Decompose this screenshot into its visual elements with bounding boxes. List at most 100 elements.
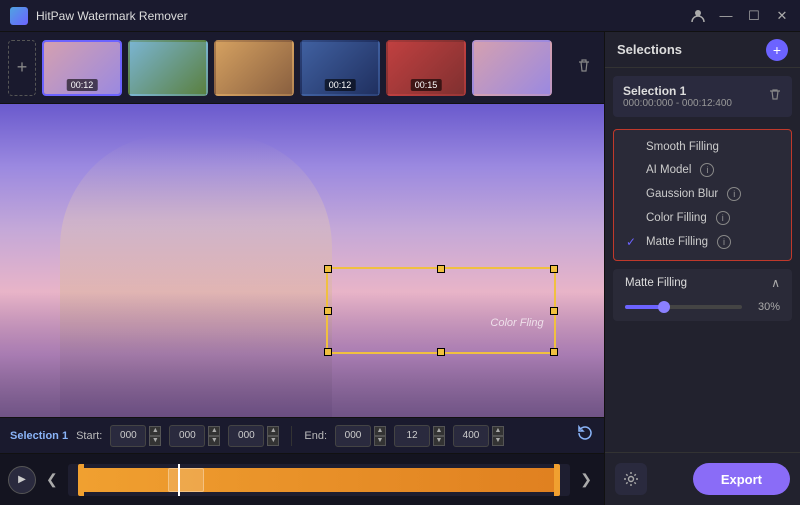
selection-label: Selection 1 — [10, 430, 68, 442]
delete-media-button[interactable] — [572, 54, 596, 81]
controls-bar: Selection 1 Start: 000 ▲ ▼ 000 ▲ ▼ 000 — [0, 417, 604, 453]
matte-filling-section: Matte Filling ∧ 30% — [613, 269, 792, 321]
selection-delete-button[interactable] — [768, 88, 782, 105]
smooth-filling-label: Smooth Filling — [646, 141, 719, 153]
matte-section-label: Matte Filling — [625, 277, 687, 289]
start-label: Start: — [76, 430, 102, 442]
ai-model-option[interactable]: AI Model i — [614, 158, 791, 182]
play-button[interactable]: ▶ — [8, 466, 36, 494]
title-bar-controls: — ☐ ✕ — [690, 8, 790, 24]
start-minutes-spin: ▲ ▼ — [208, 426, 220, 446]
maximize-button[interactable]: ☐ — [746, 8, 762, 24]
start-seconds-up[interactable]: ▲ — [267, 426, 279, 436]
timeline-next[interactable]: ❯ — [576, 467, 596, 492]
handle-bottom-right[interactable] — [550, 348, 558, 356]
start-minutes-input[interactable]: 000 — [169, 425, 205, 447]
settings-button[interactable] — [615, 463, 647, 495]
reset-button[interactable] — [576, 424, 594, 447]
ai-model-label: AI Model — [646, 164, 691, 176]
title-bar-left: HitPaw Watermark Remover — [10, 7, 188, 25]
matte-slider-thumb[interactable] — [658, 301, 670, 313]
end-minutes-down[interactable]: ▼ — [433, 436, 445, 446]
title-bar: HitPaw Watermark Remover — ☐ ✕ — [0, 0, 800, 32]
thumbnail-1[interactable]: 00:12 — [42, 40, 122, 96]
ai-model-info-icon[interactable]: i — [700, 163, 714, 177]
timeline-handle-right[interactable] — [554, 464, 560, 496]
start-hours-down[interactable]: ▼ — [149, 436, 161, 446]
end-seconds-up[interactable]: ▲ — [492, 426, 504, 436]
start-minutes-up[interactable]: ▲ — [208, 426, 220, 436]
matte-header[interactable]: Matte Filling ∧ — [613, 269, 792, 297]
handle-bottom-left[interactable] — [324, 348, 332, 356]
end-minutes-field: 12 ▲ ▼ — [394, 425, 445, 447]
end-label: End: — [304, 430, 327, 442]
end-seconds-field: 400 ▲ ▼ — [453, 425, 504, 447]
app-icon — [10, 7, 28, 25]
thumbnail-4[interactable]: 00:12 — [300, 40, 380, 96]
start-hours-up[interactable]: ▲ — [149, 426, 161, 436]
content-area: + 00:12 00:12 00:15 — [0, 32, 604, 505]
end-hours-spin: ▲ ▼ — [374, 426, 386, 446]
handle-top-mid[interactable] — [437, 265, 445, 273]
matte-slider-track[interactable] — [625, 305, 742, 309]
gaussian-blur-option[interactable]: Gaussion Blur i — [614, 182, 791, 206]
handle-top-right[interactable] — [550, 265, 558, 273]
selection-entry-1[interactable]: Selection 1 000:00:000 - 000:12:400 — [613, 76, 792, 117]
color-filling-info-icon[interactable]: i — [716, 211, 730, 225]
selection-name: Selection 1 — [623, 84, 732, 98]
timeline-prev[interactable]: ❮ — [42, 467, 62, 492]
start-minutes-field: 000 ▲ ▼ — [169, 425, 220, 447]
timeline-track[interactable] — [68, 464, 571, 496]
end-seconds-input[interactable]: 400 — [453, 425, 489, 447]
end-minutes-input[interactable]: 12 — [394, 425, 430, 447]
matte-filling-label: Matte Filling — [646, 236, 708, 248]
thumb-4-label: 00:12 — [325, 79, 356, 91]
matte-slider-row: 30% — [613, 297, 792, 321]
gaussian-blur-info-icon[interactable]: i — [727, 187, 741, 201]
start-hours-field: 000 ▲ ▼ — [110, 425, 161, 447]
thumbnail-5[interactable]: 00:15 — [386, 40, 466, 96]
color-filling-option[interactable]: Color Filling i — [614, 206, 791, 230]
handle-mid-right[interactable] — [550, 307, 558, 315]
thumbnail-2[interactable] — [128, 40, 208, 96]
end-hours-down[interactable]: ▼ — [374, 436, 386, 446]
filling-options-box: Smooth Filling AI Model i Gaussion Blur … — [613, 129, 792, 261]
selection-region[interactable] — [326, 267, 556, 355]
timeline-thumbnail — [168, 468, 204, 492]
minimize-button[interactable]: — — [718, 8, 734, 24]
start-minutes-down[interactable]: ▼ — [208, 436, 220, 446]
selection-time: 000:00:000 - 000:12:400 — [623, 98, 732, 109]
close-button[interactable]: ✕ — [774, 8, 790, 24]
matte-chevron-icon: ∧ — [771, 276, 780, 290]
end-hours-field: 000 ▲ ▼ — [335, 425, 386, 447]
smooth-filling-option[interactable]: Smooth Filling — [614, 136, 791, 158]
add-media-button[interactable]: + — [8, 40, 36, 96]
gaussian-blur-label: Gaussion Blur — [646, 188, 718, 200]
thumbnail-6[interactable] — [472, 40, 552, 96]
start-seconds-input[interactable]: 000 — [228, 425, 264, 447]
start-seconds-field: 000 ▲ ▼ — [228, 425, 279, 447]
end-hours-up[interactable]: ▲ — [374, 426, 386, 436]
matte-slider-value: 30% — [750, 301, 780, 313]
export-button[interactable]: Export — [693, 463, 790, 495]
start-hours-spin: ▲ ▼ — [149, 426, 161, 446]
matte-filling-info-icon[interactable]: i — [717, 235, 731, 249]
handle-bottom-mid[interactable] — [437, 348, 445, 356]
thumbnail-3[interactable] — [214, 40, 294, 96]
timeline-handle-left[interactable] — [78, 464, 84, 496]
start-seconds-down[interactable]: ▼ — [267, 436, 279, 446]
handle-top-left[interactable] — [324, 265, 332, 273]
add-selection-button[interactable]: + — [766, 39, 788, 61]
end-hours-input[interactable]: 000 — [335, 425, 371, 447]
thumb-5-label: 00:15 — [411, 79, 442, 91]
matte-filling-option[interactable]: ✓ Matte Filling i — [614, 230, 791, 254]
end-minutes-up[interactable]: ▲ — [433, 426, 445, 436]
profile-icon[interactable] — [690, 8, 706, 24]
thumbnail-strip: + 00:12 00:12 00:15 — [0, 32, 604, 104]
panel-title: Selections — [617, 42, 682, 57]
end-seconds-spin: ▲ ▼ — [492, 426, 504, 446]
end-seconds-down[interactable]: ▼ — [492, 436, 504, 446]
panel-header: Selections + — [605, 32, 800, 68]
start-hours-input[interactable]: 000 — [110, 425, 146, 447]
handle-mid-left[interactable] — [324, 307, 332, 315]
